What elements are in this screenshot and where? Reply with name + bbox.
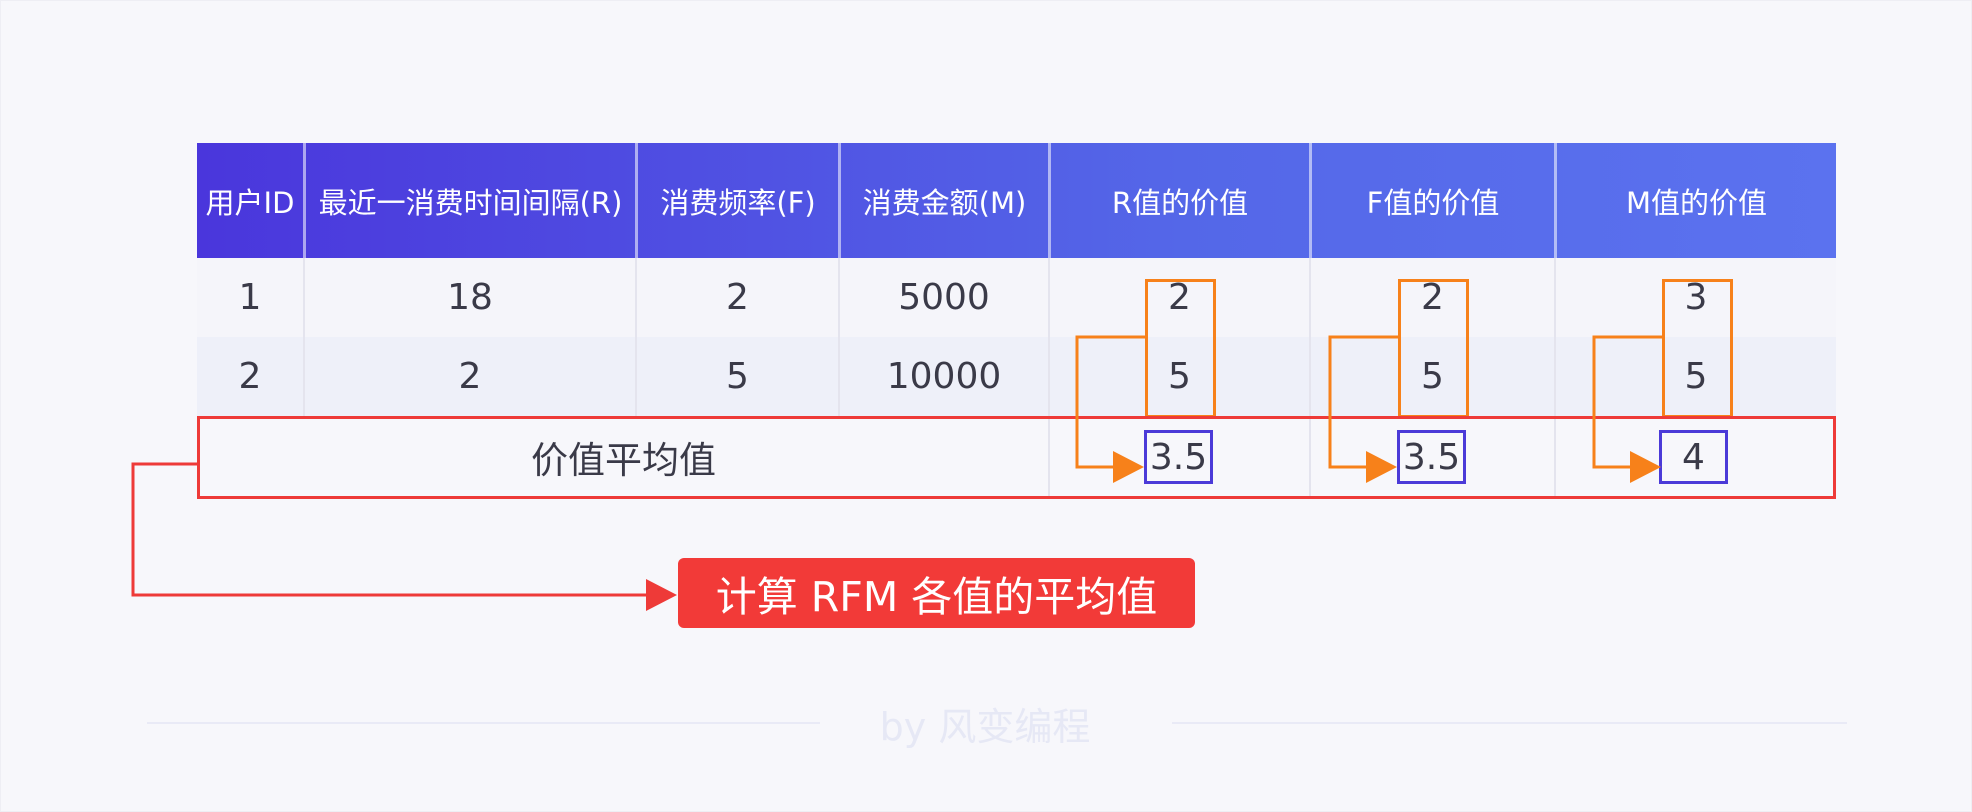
cell-r-score: 2 (1048, 258, 1309, 337)
average-cell-r: 3.5 (1048, 416, 1309, 497)
callout-arrow-head (646, 579, 677, 611)
table-row: 2 2 5 10000 5 5 5 (197, 337, 1836, 416)
header-frequency: 消费频率(F) (635, 143, 838, 258)
cell-frequency: 2 (635, 258, 838, 337)
table-header-row: 用户ID 最近一消费时间间隔(R) 消费频率(F) 消费金额(M) R值的价值 … (197, 143, 1836, 258)
footer-divider-right (1172, 722, 1847, 724)
cell-frequency: 5 (635, 337, 838, 416)
header-monetary: 消费金额(M) (838, 143, 1048, 258)
footer-credit: by 风变编程 (879, 704, 1091, 749)
header-user-id: 用户ID (205, 185, 295, 220)
cell-f-score: 2 (1309, 258, 1554, 337)
diagram-canvas: 用户ID 最近一消费时间间隔(R) 消费频率(F) 消费金额(M) R值的价值 … (0, 0, 1972, 812)
header-m-score: M值的价值 (1554, 143, 1836, 258)
header-recency: 最近一消费时间间隔(R) (303, 143, 635, 258)
cell-user-id: 2 (238, 356, 262, 397)
table-row: 1 18 2 5000 2 2 3 (197, 258, 1836, 337)
header-f-score: F值的价值 (1309, 143, 1554, 258)
footer-divider-left (147, 722, 820, 724)
cell-f-score: 5 (1309, 337, 1554, 416)
cell-recency: 18 (303, 258, 635, 337)
cell-m-score: 3 (1554, 258, 1836, 337)
average-value-m: 4 (1659, 430, 1728, 484)
average-cell-m: 4 (1554, 416, 1836, 497)
cell-recency: 2 (303, 337, 635, 416)
callout-label: 计算 RFM 各值的平均值 (678, 558, 1195, 628)
average-value-r: 3.5 (1144, 430, 1213, 484)
average-row: 价值平均值 3.5 3.5 4 (197, 416, 1836, 497)
cell-r-score: 5 (1048, 337, 1309, 416)
header-r-score: R值的价值 (1048, 143, 1309, 258)
average-row-label: 价值平均值 (531, 438, 716, 482)
average-value-f: 3.5 (1397, 430, 1466, 484)
average-cell-f: 3.5 (1309, 416, 1554, 497)
cell-monetary: 5000 (838, 258, 1048, 337)
cell-monetary: 10000 (838, 337, 1048, 416)
cell-user-id: 1 (238, 277, 262, 318)
cell-m-score: 5 (1554, 337, 1836, 416)
